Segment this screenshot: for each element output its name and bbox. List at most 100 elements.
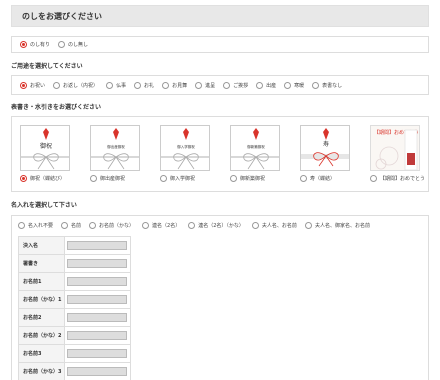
noshi-ornament-icon [113, 128, 119, 140]
noshi-image-kotobuki[interactable]: 寿 [300, 125, 350, 171]
field-input[interactable] [67, 295, 127, 304]
name-entry-box: 名入れ不要 名前 お名前（かな） 連名（2名） 連名（2名）（かな） 夫人名、お… [11, 215, 429, 380]
radio-dot[interactable] [89, 221, 97, 229]
name-radio-name[interactable]: 名前 [61, 221, 81, 229]
field-label: お名前1 [18, 272, 65, 291]
field-input[interactable] [67, 241, 127, 250]
purpose-radio-okaeshi[interactable]: お返し（内祝） [53, 81, 98, 89]
table-row: お名前3 [18, 344, 131, 363]
radio-dot[interactable] [312, 81, 320, 89]
field-label: お名前（かな）1 [18, 290, 65, 309]
name-entry-heading: 名入れを選択して下さい [11, 202, 77, 209]
noshi-radio-omedetou[interactable]: 【期間】おめでとう [370, 175, 425, 182]
noshi-image-nyugaku[interactable]: 御入学御祝 [160, 125, 210, 171]
radio-dot[interactable] [195, 81, 203, 89]
noshi-paper-graphic: 御入学御祝 [161, 128, 209, 170]
field-label: お名前2 [18, 308, 65, 327]
radio-dot[interactable] [53, 81, 61, 89]
field-label: お名前（かな）2 [18, 326, 65, 345]
noshi-image-omedetou[interactable]: 【期間】おめでとう [370, 125, 420, 171]
field-input[interactable] [67, 313, 127, 322]
purpose-radio-shussan[interactable]: 出産 [256, 81, 276, 89]
noshi-radio-nyugaku[interactable]: 御入学御祝 [160, 175, 195, 182]
radio-dot[interactable] [188, 221, 196, 229]
field-label: 署書き [18, 254, 65, 273]
radio-dot[interactable] [20, 41, 27, 48]
table-row: お名前（かな）1 [18, 290, 131, 309]
purpose-radio-kandan[interactable]: 寒暖 [284, 81, 304, 89]
field-input[interactable] [67, 259, 127, 268]
card-picture [407, 153, 415, 165]
noshi-option-omedetou[interactable]: 【期間】おめでとう 【期間】おめでとう [370, 125, 425, 182]
noshi-section-title: のしをお選びください [22, 11, 102, 21]
table-row: お名前2 [18, 308, 131, 327]
purpose-radio-omimai[interactable]: お見舞 [162, 81, 187, 89]
noshi-radio-shinchiku[interactable]: 御新築御祝 [230, 175, 265, 182]
radio-dot[interactable] [142, 221, 150, 229]
radio-dot[interactable] [90, 175, 97, 182]
noshi-presence-box: のし有り のし無し [11, 36, 429, 53]
noshi-image-oiwai[interactable]: 御祝 [20, 125, 70, 171]
radio-dot[interactable] [223, 81, 231, 89]
field-input[interactable] [67, 331, 127, 340]
purpose-radio-orei[interactable]: お礼 [134, 81, 154, 89]
radio-dot[interactable] [106, 81, 114, 89]
name-radio-spouse[interactable]: 夫人名、お名前 [251, 221, 297, 229]
radio-dot[interactable] [58, 41, 66, 48]
noshi-paper-graphic: 御祝 [21, 128, 69, 170]
noshi-option-shinchiku[interactable]: 御新築御祝 御新築御祝 [230, 125, 280, 182]
noshi-radio-oiwai[interactable]: 御祝（蝶結び） [20, 175, 65, 182]
field-input[interactable] [67, 349, 127, 358]
noshi-image-shussan[interactable]: 御出産御祝 [90, 125, 140, 171]
radio-dot[interactable] [162, 81, 170, 89]
noshi-option-oiwai[interactable]: 御祝 御祝（蝶結び） [20, 125, 70, 182]
purpose-radio-oiwai[interactable]: お祝い [20, 81, 45, 89]
purpose-radio-butsuji[interactable]: 仏事 [106, 81, 126, 89]
radio-dot[interactable] [20, 81, 27, 89]
noshi-word: 御入学御祝 [177, 144, 195, 149]
radio-dot[interactable] [61, 221, 69, 229]
noshi-paper-graphic: 御出産御祝 [91, 128, 139, 170]
radio-dot[interactable] [160, 175, 167, 182]
name-radio-none[interactable]: 名入れ不要 [18, 221, 53, 229]
name-radio-joint-kana[interactable]: 連名（2名）（かな） [188, 221, 244, 229]
noshi-image-shinchiku[interactable]: 御新築御祝 [230, 125, 280, 171]
radio-dot[interactable] [256, 81, 264, 89]
noshi-presence-options: のし有り のし無し [20, 37, 428, 52]
noshi-option-shussan[interactable]: 御出産御祝 御出産御祝 [90, 125, 140, 182]
radio-dot[interactable] [284, 81, 292, 89]
noshi-section-header: のしをお選びください [11, 5, 429, 27]
noshi-image-grid: 御祝 御祝（蝶結び） 御出産御祝 御出産御祝 御入学御祝 御入学御祝 御新築御祝… [12, 117, 428, 182]
radio-dot[interactable] [230, 175, 237, 182]
noshi-word: 御新築御祝 [247, 144, 265, 149]
radio-dot[interactable] [370, 175, 377, 182]
noshi-option-nyugaku[interactable]: 御入学御祝 御入学御祝 [160, 125, 210, 182]
purpose-box: お祝い お返し（内祝） 仏事 お礼 お見舞 進呈 ご挨拶 出産 寒暖 表書なし [11, 75, 429, 95]
radio-dot[interactable] [304, 221, 312, 229]
radio-dot[interactable] [134, 81, 142, 89]
name-radio-name-kana[interactable]: お名前（かな） [89, 221, 134, 229]
noshi-radio-kotobuki[interactable]: 寿（蝶結） [300, 175, 335, 182]
table-row: 決入名 [18, 236, 131, 255]
noshi-radio-shussan[interactable]: 御出産御祝 [90, 175, 125, 182]
radio-dot[interactable] [300, 175, 307, 182]
table-row: お名前（かな）3 [18, 362, 131, 380]
purpose-radio-none[interactable]: 表書なし [312, 81, 342, 89]
name-radio-joint[interactable]: 連名（2名） [142, 221, 180, 229]
noshi-option-kotobuki[interactable]: 寿 寿（蝶結） [300, 125, 350, 182]
field-input[interactable] [67, 277, 127, 286]
field-input[interactable] [67, 367, 127, 376]
purpose-radio-shintei[interactable]: 進呈 [195, 81, 215, 89]
name-radio-spouse-house[interactable]: 夫人名、御家名、お名前 [304, 221, 370, 229]
table-row: お名前1 [18, 272, 131, 291]
noshi-yes-radio[interactable]: のし有り [20, 41, 50, 48]
purpose-radio-goaisatsu[interactable]: ご挨拶 [223, 81, 248, 89]
noshi-ornament-icon [183, 128, 189, 140]
radio-dot[interactable] [20, 175, 27, 182]
name-entry-options: 名入れ不要 名前 お名前（かな） 連名（2名） 連名（2名）（かな） 夫人名、お… [12, 216, 428, 234]
noshi-no-radio[interactable]: のし無し [58, 41, 88, 48]
omotegaki-box: 御祝 御祝（蝶結び） 御出産御祝 御出産御祝 御入学御祝 御入学御祝 御新築御祝… [11, 116, 429, 192]
radio-dot[interactable] [251, 221, 259, 229]
noshi-paper-graphic: 御新築御祝 [231, 128, 279, 170]
radio-dot[interactable] [18, 221, 25, 229]
